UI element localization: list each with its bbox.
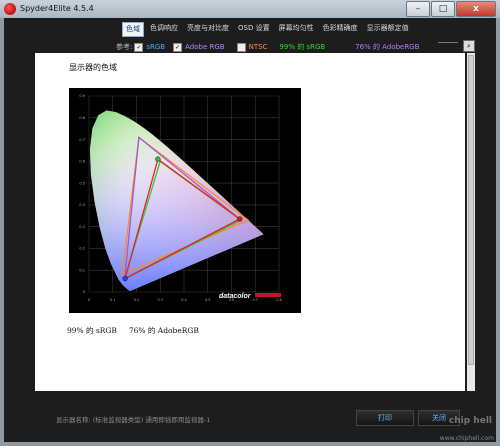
spectral-locus-blue-shade <box>89 110 264 291</box>
reference-label: 参考: <box>116 43 133 51</box>
tab-color-accuracy[interactable]: 色彩精确度 <box>320 22 361 35</box>
print-button[interactable]: 打印 <box>356 410 414 426</box>
watermark-site: www.chiphell.com <box>439 435 494 442</box>
srgb-checkbox[interactable]: ✓ <box>134 42 144 52</box>
window-title: Spyder4Elite 4.5.4 <box>20 4 94 13</box>
y-tick-label: 0.1 <box>79 268 85 272</box>
y-tick-label: 0.6 <box>79 160 85 164</box>
logo-bar <box>255 293 281 297</box>
adobe-rgb-label: Adobe RGB <box>185 43 225 51</box>
y-tick-label: 0.4 <box>79 203 85 207</box>
srgb-label: sRGB <box>146 43 166 51</box>
report-title: 显示器的色域 <box>69 63 117 72</box>
x-tick-label: 0 <box>88 298 90 302</box>
x-tick-label: 0.3 <box>157 298 163 302</box>
title-bar: Spyder4Elite 4.5.4 – □ x <box>0 0 500 18</box>
coverage-summary: 99% 的 sRGB 76% 的 AdobeRGB <box>67 326 199 335</box>
zoom-icon[interactable]: ⌕ <box>463 40 475 52</box>
tab-gamut[interactable]: 色域 <box>122 22 144 37</box>
scrollbar-thumb[interactable] <box>468 55 474 365</box>
watermark-logo: chip hell <box>448 416 492 426</box>
y-tick-label: 0.8 <box>79 116 85 120</box>
ntsc-label: NTSC <box>248 43 268 51</box>
tab-bar: 色域 色调响应 亮度与对比度 OSD 设置 屏幕均匀性 色彩精确度 显示器额定值 <box>122 22 415 37</box>
tab-screen-uniformity[interactable]: 屏幕均匀性 <box>276 22 317 35</box>
close-window-button[interactable]: x <box>456 1 496 17</box>
reference-row: 参考: ✓ sRGB ✓ Adobe RGB NTSC 99% 的 sRGB 7… <box>116 41 419 53</box>
tab-osd-settings[interactable]: OSD 设置 <box>235 22 273 35</box>
x-tick-label: 0.8 <box>276 298 282 302</box>
x-tick-label: 0.5 <box>205 298 211 302</box>
app-body: 色域 色调响应 亮度与对比度 OSD 设置 屏幕均匀性 色彩精确度 显示器额定值… <box>4 18 496 442</box>
gamut-vertex-marker <box>122 275 128 282</box>
y-tick-label: 0.9 <box>79 94 85 98</box>
x-tick-label: 0.1 <box>110 298 116 302</box>
vertical-scrollbar[interactable] <box>467 53 475 391</box>
tab-tone-response[interactable]: 色调响应 <box>147 22 181 35</box>
y-tick-label: 0 <box>83 290 85 294</box>
tab-brightness-contrast[interactable]: 亮度与对比度 <box>184 22 232 35</box>
adobe-rgb-checkbox[interactable]: ✓ <box>173 42 183 52</box>
adobe-coverage: 76% 的 AdobeRGB <box>355 43 420 51</box>
x-tick-label: 0.2 <box>134 298 140 302</box>
display-name-label: 显示器名称: (标准监视器类型) 通用即插即用监视器-1 <box>56 416 211 424</box>
datacolor-logo: datacolor <box>219 293 252 300</box>
ntsc-checkbox[interactable] <box>236 42 246 52</box>
value-field[interactable] <box>438 42 458 43</box>
y-tick-label: 0.5 <box>79 181 85 185</box>
x-tick-label: 0.4 <box>181 298 187 302</box>
maximize-button[interactable]: □ <box>431 1 455 17</box>
spyder-app-icon <box>4 3 16 15</box>
gamut-vertex-marker <box>237 216 243 222</box>
minimize-button[interactable]: – <box>406 1 430 17</box>
gamut-chart-svg: 0 0.1 0.2 0.3 0.4 0.5 0.6 0.7 0.8 0 0.1 0.2 0.3 0.4 0.… <box>79 94 282 302</box>
tab-display-rating[interactable]: 显示器额定值 <box>364 22 412 35</box>
y-tick-label: 0.7 <box>79 138 85 142</box>
application-window: Spyder4Elite 4.5.4 – □ x 色域 色调响应 亮度与对比度 … <box>0 0 500 446</box>
report-page: 显示器的色域 0 0.1 0.2 0.3 0.4 0.5 0.6 0.7 0.8… <box>35 53 465 391</box>
y-tick-label: 0.3 <box>79 225 85 229</box>
cie-gamut-chart: 0 0.1 0.2 0.3 0.4 0.5 0.6 0.7 0.8 0 0.1 0.2 0.3 0.4 0.… <box>69 88 301 313</box>
y-tick-label: 0.2 <box>79 247 85 251</box>
x-tick-label: 0.7 <box>252 298 258 302</box>
gamut-vertex-marker <box>155 156 161 162</box>
srgb-coverage: 99% 的 sRGB <box>279 43 326 51</box>
